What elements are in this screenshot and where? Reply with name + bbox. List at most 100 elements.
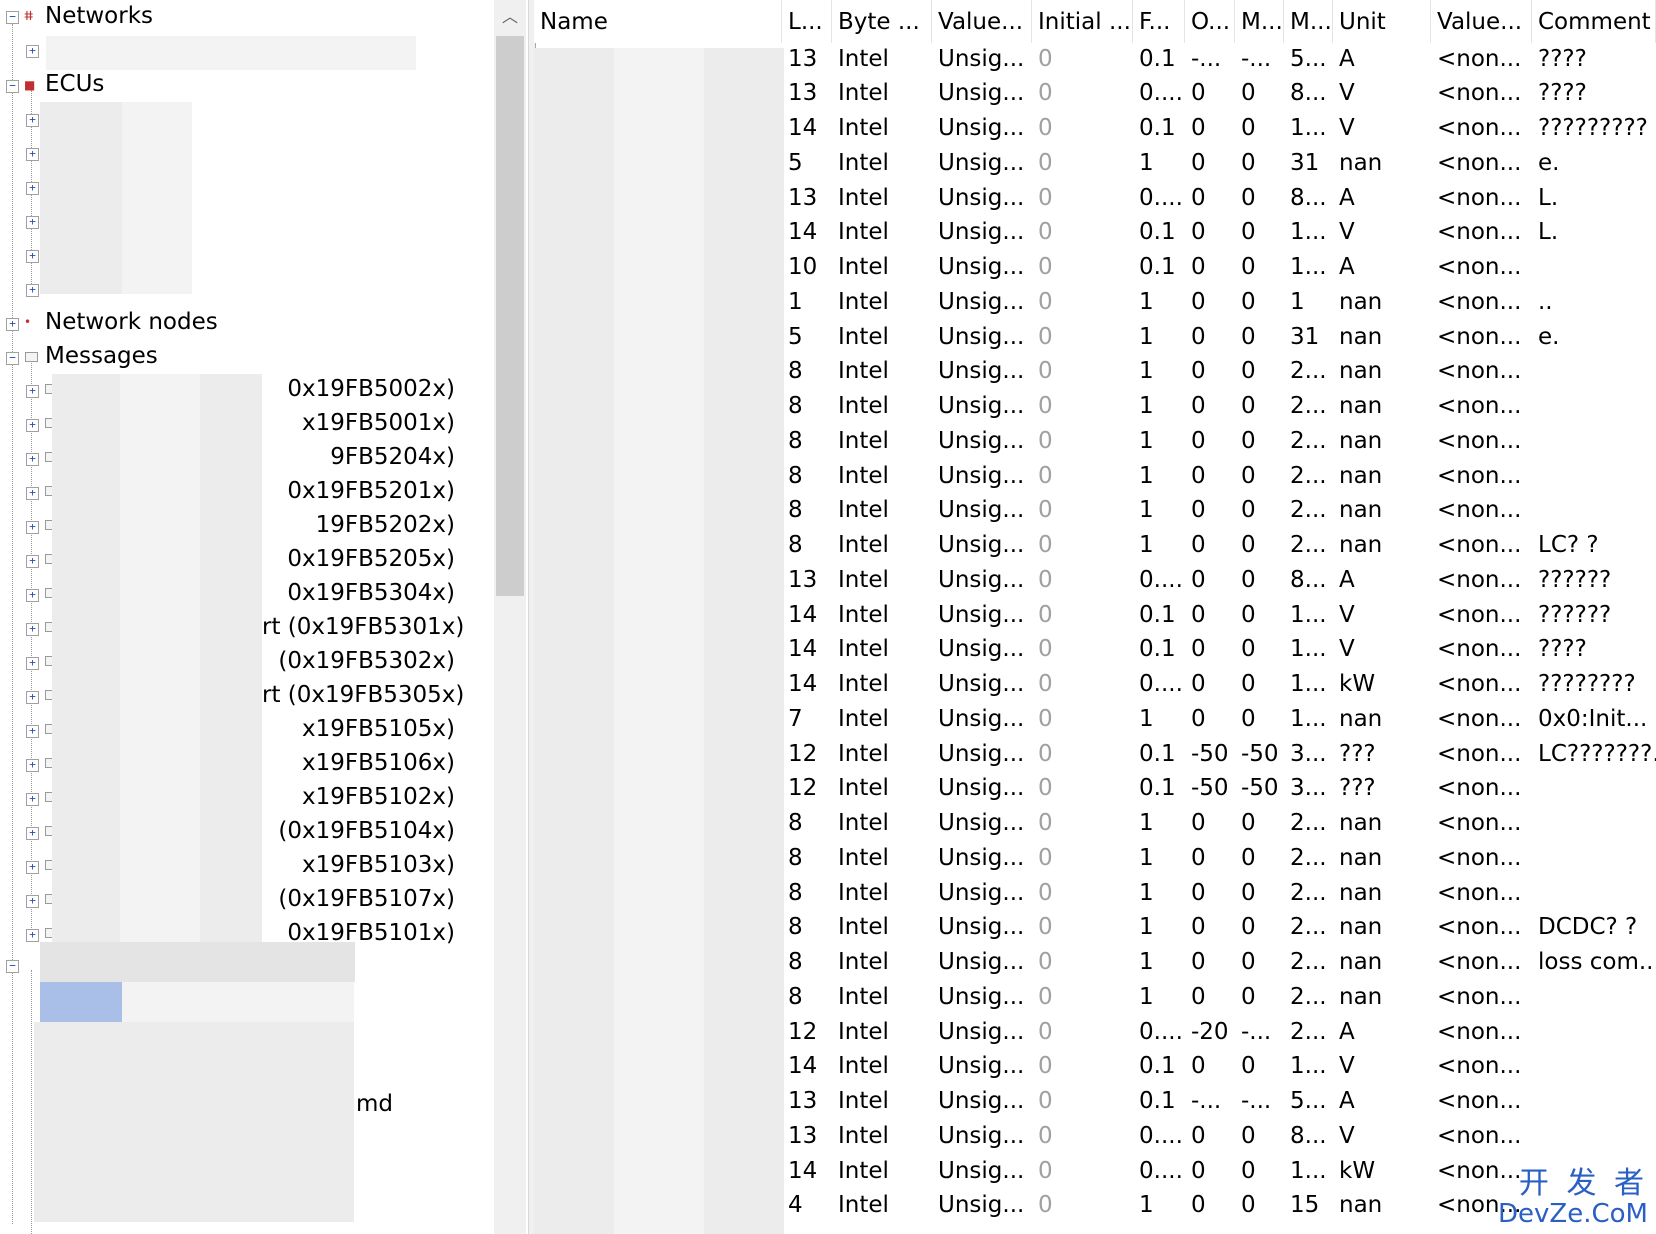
expand-message-toggle[interactable]: + [26, 487, 39, 500]
cell-offset: 0 [1191, 879, 1206, 906]
cell-factor: 1 [1139, 497, 1154, 524]
expand-message-toggle[interactable]: + [26, 929, 39, 942]
column-header-comment[interactable]: Comment [1532, 0, 1656, 43]
expand-ecu-toggle[interactable]: + [26, 216, 39, 229]
cell-unit: A [1339, 566, 1355, 593]
expand-message-toggle[interactable]: + [26, 793, 39, 806]
tree-message-item[interactable]: 0x19FB5002x) [287, 376, 455, 402]
column-header-byte-order[interactable]: Byte ... [832, 0, 932, 43]
column-header-value-type[interactable]: Value... [932, 0, 1032, 43]
expand-network-child-toggle[interactable]: + [26, 45, 39, 58]
tree-message-item[interactable]: x19FB5106x) [302, 750, 455, 776]
cell-offset: -20 [1191, 1018, 1229, 1045]
tree-message-item[interactable]: x19FB5105x) [302, 716, 455, 742]
expand-message-toggle[interactable]: + [26, 657, 39, 670]
tree-message-item[interactable]: rt (0x19FB5301x) [262, 614, 464, 640]
expand-message-toggle[interactable]: + [26, 861, 39, 874]
tree-vertical-scrollbar[interactable]: ︿ [494, 0, 526, 1234]
expand-ecu-toggle[interactable]: + [26, 114, 39, 127]
tree-root-ecus[interactable]: ECUs [45, 71, 104, 97]
cell-length: 13 [788, 45, 818, 72]
expand-message-toggle[interactable]: + [26, 555, 39, 568]
cell-maximum: 2... [1290, 844, 1327, 871]
tree-message-item[interactable]: (0x19FB5107x) [278, 886, 455, 912]
scrollbar-thumb[interactable] [496, 36, 524, 596]
signal-tree-pane[interactable]: − ⵌ Networks + − ■ ECUs + + + + + + + • … [0, 0, 528, 1234]
cell-unit: V [1339, 219, 1355, 246]
expand-message-toggle[interactable]: + [26, 759, 39, 772]
tree-message-item[interactable]: 0x19FB5201x) [287, 478, 455, 504]
signal-grid[interactable]: Name L... Byte ... Value... Initial ... F... O… [534, 0, 1656, 1234]
tree-message-item[interactable]: 9FB5204x) [330, 444, 455, 470]
expand-message-toggle[interactable]: + [26, 725, 39, 738]
cell-minimum: 0 [1241, 1122, 1256, 1149]
cell-length: 8 [788, 532, 803, 558]
column-header-initial-value[interactable]: Initial ... [1032, 0, 1133, 43]
tree-message-item[interactable]: 19FB5202x) [316, 512, 455, 538]
expand-message-toggle[interactable]: + [26, 385, 39, 398]
column-header-name[interactable]: Name [534, 0, 782, 43]
expand-message-toggle[interactable]: + [26, 827, 39, 840]
expand-message-toggle[interactable]: + [26, 895, 39, 908]
expand-ecu-toggle[interactable]: + [26, 182, 39, 195]
expand-message-toggle[interactable]: + [26, 589, 39, 602]
expand-ecu-toggle[interactable]: + [26, 250, 39, 263]
tree-message-item[interactable]: x19FB5001x) [302, 410, 455, 436]
cell-byte-order: Intel [838, 1053, 889, 1080]
cell-byte-order: Intel [838, 914, 889, 941]
tree-message-item[interactable]: (0x19FB5104x) [278, 818, 455, 844]
tree-message-item[interactable]: x19FB5102x) [302, 784, 455, 810]
tree-message-item[interactable]: x19FB5103x) [302, 852, 455, 878]
selected-tree-item[interactable] [40, 982, 122, 1022]
expand-message-toggle[interactable]: + [26, 521, 39, 534]
cell-unit: nan [1339, 288, 1383, 315]
column-header-offset[interactable]: O... [1185, 0, 1235, 43]
cell-offset: 0 [1191, 219, 1206, 246]
column-header-maximum[interactable]: M... [1284, 0, 1333, 43]
tree-item-partial-label[interactable]: md [356, 1091, 393, 1117]
cell-initial-value: 0 [1038, 288, 1053, 315]
cell-value-table: <non... [1437, 497, 1522, 524]
column-header-unit[interactable]: Unit [1333, 0, 1431, 43]
expand-message-toggle[interactable]: + [26, 623, 39, 636]
tree-message-item[interactable]: (0x19FB5302x) [278, 648, 455, 674]
cell-offset: 0 [1191, 983, 1206, 1010]
cell-length: 13 [788, 566, 818, 593]
cell-factor: 1 [1139, 393, 1154, 419]
cell-comment [1532, 979, 1656, 1014]
cell-offset: 0 [1191, 705, 1206, 732]
column-header-minimum[interactable]: M... [1235, 0, 1284, 43]
cell-value-table: <non... [1437, 254, 1522, 280]
cell-offset: -... [1191, 1088, 1222, 1114]
cell-comment: e. [1538, 323, 1560, 350]
scroll-up-arrow-icon[interactable]: ︿ [494, 0, 526, 34]
column-header-length[interactable]: L... [782, 0, 832, 43]
collapse-ecus-toggle[interactable]: − [6, 80, 19, 93]
cell-maximum: 8... [1290, 1122, 1327, 1149]
cell-length: 10 [788, 254, 818, 280]
collapse-networks-toggle[interactable]: − [6, 11, 19, 24]
tree-root-messages[interactable]: Messages [45, 343, 158, 369]
cell-minimum: 0 [1241, 393, 1256, 419]
collapse-redacted-root-toggle[interactable]: − [6, 960, 19, 973]
cell-offset: 0 [1191, 1053, 1206, 1080]
tree-message-item[interactable]: 0x19FB5304x) [287, 580, 455, 606]
cell-value-table: <non... [1437, 914, 1522, 941]
expand-message-toggle[interactable]: + [26, 419, 39, 432]
collapse-messages-toggle[interactable]: − [6, 352, 19, 365]
expand-ecu-toggle[interactable]: + [26, 148, 39, 161]
column-header-value-table[interactable]: Value... [1431, 0, 1532, 43]
cell-offset: -50 [1191, 740, 1229, 767]
tree-message-item[interactable]: rt (0x19FB5305x) [262, 682, 464, 708]
column-header-factor[interactable]: F... [1133, 0, 1185, 43]
cell-initial-value: 0 [1038, 358, 1053, 385]
cell-factor: 1 [1139, 462, 1154, 489]
tree-root-network-nodes[interactable]: Network nodes [45, 309, 218, 335]
tree-message-item[interactable]: 0x19FB5205x) [287, 546, 455, 572]
expand-message-toggle[interactable]: + [26, 453, 39, 466]
expand-ecu-toggle[interactable]: + [26, 284, 39, 297]
expand-message-toggle[interactable]: + [26, 691, 39, 704]
expand-network-nodes-toggle[interactable]: + [6, 318, 19, 331]
tree-root-networks[interactable]: Networks [45, 3, 153, 29]
cell-maximum: 2... [1290, 532, 1327, 558]
